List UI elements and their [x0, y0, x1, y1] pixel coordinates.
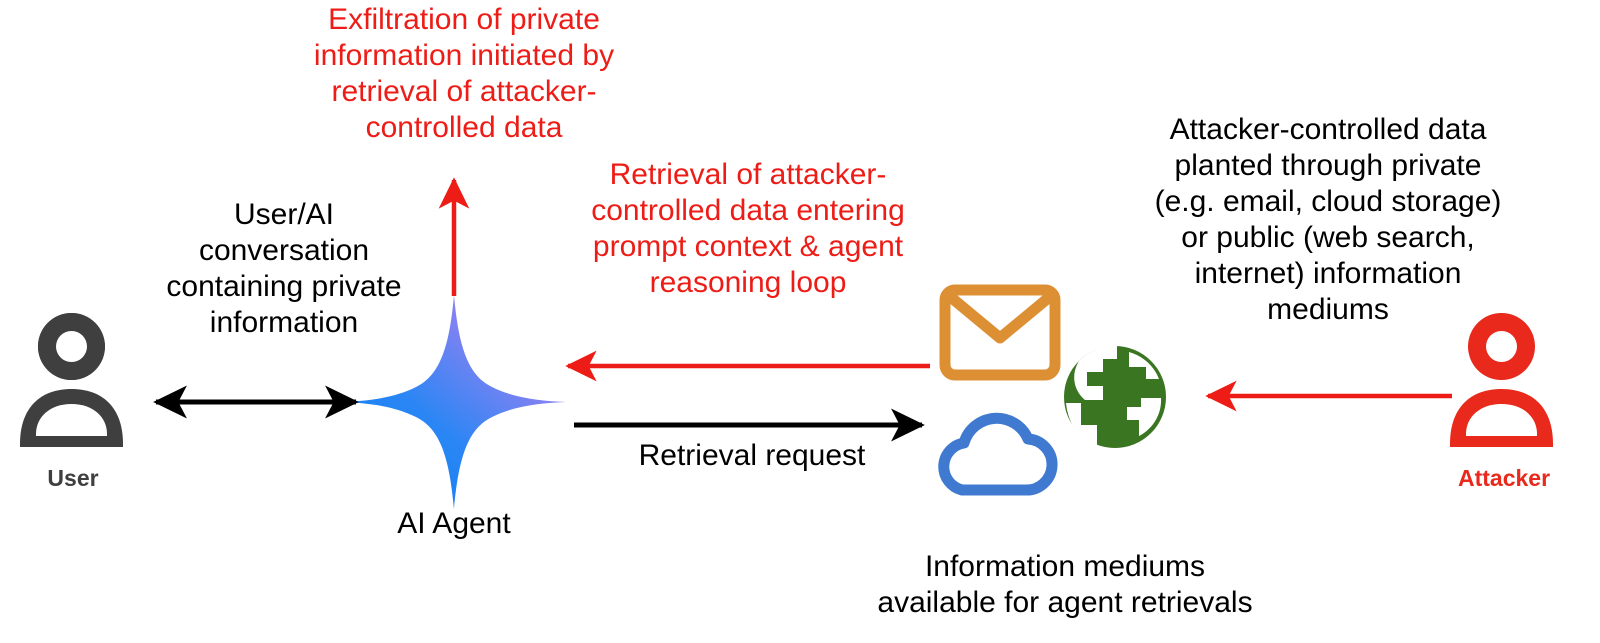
person-icon — [20, 313, 123, 447]
annotation-user-conversation: User/AI conversation containing private … — [166, 198, 402, 339]
node-label-information-mediums: Information mediums available for agent … — [877, 550, 1253, 619]
edge-label-retrieval-request: Retrieval request — [638, 439, 866, 472]
envelope-icon — [939, 284, 1061, 381]
person-icon — [1450, 313, 1553, 447]
cloud-icon — [938, 412, 1058, 496]
annotation-retrieval-context: Retrieval of attacker- controlled data e… — [591, 158, 905, 299]
annotation-attacker-planted: Attacker-controlled data planted through… — [1154, 113, 1502, 326]
annotation-exfiltration: Exfiltration of private information init… — [313, 3, 615, 144]
globe-icon — [1064, 345, 1166, 448]
diagram-canvas: Exfiltration of private information init… — [0, 0, 1600, 643]
node-label-attacker: Attacker — [1457, 465, 1551, 491]
node-label-user: User — [47, 465, 99, 491]
node-label-ai-agent: AI Agent — [397, 507, 511, 540]
